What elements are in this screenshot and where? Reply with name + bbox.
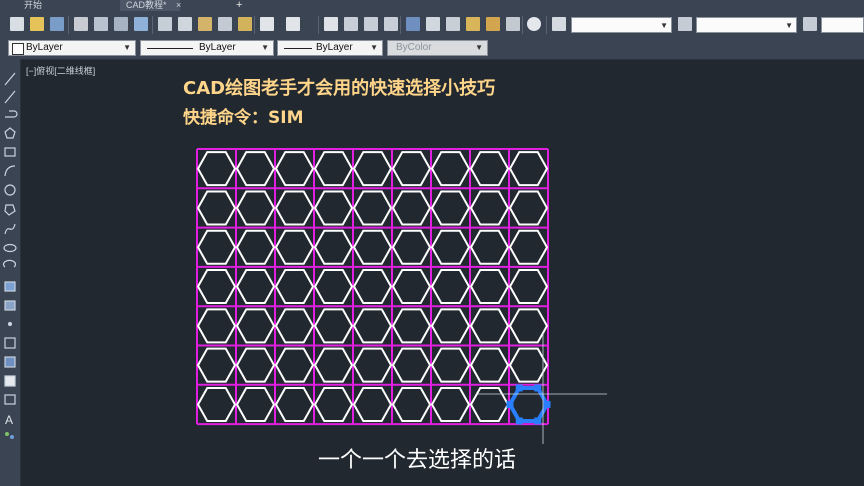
hexagon (430, 308, 471, 344)
hexagon (274, 229, 315, 265)
hexagon (274, 386, 315, 422)
hexagon (235, 386, 276, 422)
grip-handle (515, 417, 523, 425)
hexagon (235, 308, 276, 344)
hexagon (235, 229, 276, 265)
hexagon (313, 269, 354, 305)
hexagon (352, 386, 393, 422)
hexagon (469, 190, 510, 226)
hexagon (430, 190, 471, 226)
video-subtitle: 一个一个去选择的话 (318, 448, 517, 473)
hexagon (196, 229, 237, 265)
hexagon (196, 269, 237, 305)
hexagon (391, 386, 432, 422)
hexagon (352, 229, 393, 265)
grip-handle (543, 400, 551, 408)
hexagon (274, 308, 315, 344)
hexagon (313, 386, 354, 422)
grip-handle (534, 384, 542, 392)
hexagon (391, 347, 432, 383)
hexagon (352, 151, 393, 187)
hexagon (196, 151, 237, 187)
hexagon (235, 151, 276, 187)
drawing-canvas[interactable] (0, 0, 864, 486)
hexagon (430, 151, 471, 187)
hexagon (352, 190, 393, 226)
hexagon (508, 269, 549, 305)
hexagon (274, 151, 315, 187)
hexagon (313, 190, 354, 226)
hexagon (430, 386, 471, 422)
hexagon (196, 190, 237, 226)
hexagon (235, 190, 276, 226)
grip-handle (506, 400, 514, 408)
hexagon (469, 151, 510, 187)
hexagon (469, 229, 510, 265)
hexagon (430, 347, 471, 383)
hexagon (469, 347, 510, 383)
hexagon (391, 308, 432, 344)
hexagon (313, 308, 354, 344)
selected-hexagon (507, 385, 550, 423)
hexagon (391, 151, 432, 187)
hexagon (274, 347, 315, 383)
hexagon (235, 269, 276, 305)
hexagon (352, 347, 393, 383)
grip-handle (534, 417, 542, 425)
hexagon (313, 151, 354, 187)
hexagon (430, 269, 471, 305)
hexagon (469, 269, 510, 305)
hexagon (196, 386, 237, 422)
hexagon (391, 229, 432, 265)
hexagon (391, 269, 432, 305)
hexagon (469, 386, 510, 422)
hexagon (391, 190, 432, 226)
hexagon (196, 308, 237, 344)
hexagon (313, 347, 354, 383)
hexagon (430, 229, 471, 265)
hexagon (469, 308, 510, 344)
hexagon (508, 190, 549, 226)
hexagon (508, 347, 549, 383)
hexagon (352, 269, 393, 305)
hexagon (196, 347, 237, 383)
hexagon (352, 308, 393, 344)
grip-handle (515, 384, 523, 392)
hexagon (508, 308, 549, 344)
hexagon (508, 229, 549, 265)
hexagon (274, 190, 315, 226)
hexagon (313, 229, 354, 265)
hexagon (508, 151, 549, 187)
hexagon (274, 269, 315, 305)
hexagon (235, 347, 276, 383)
